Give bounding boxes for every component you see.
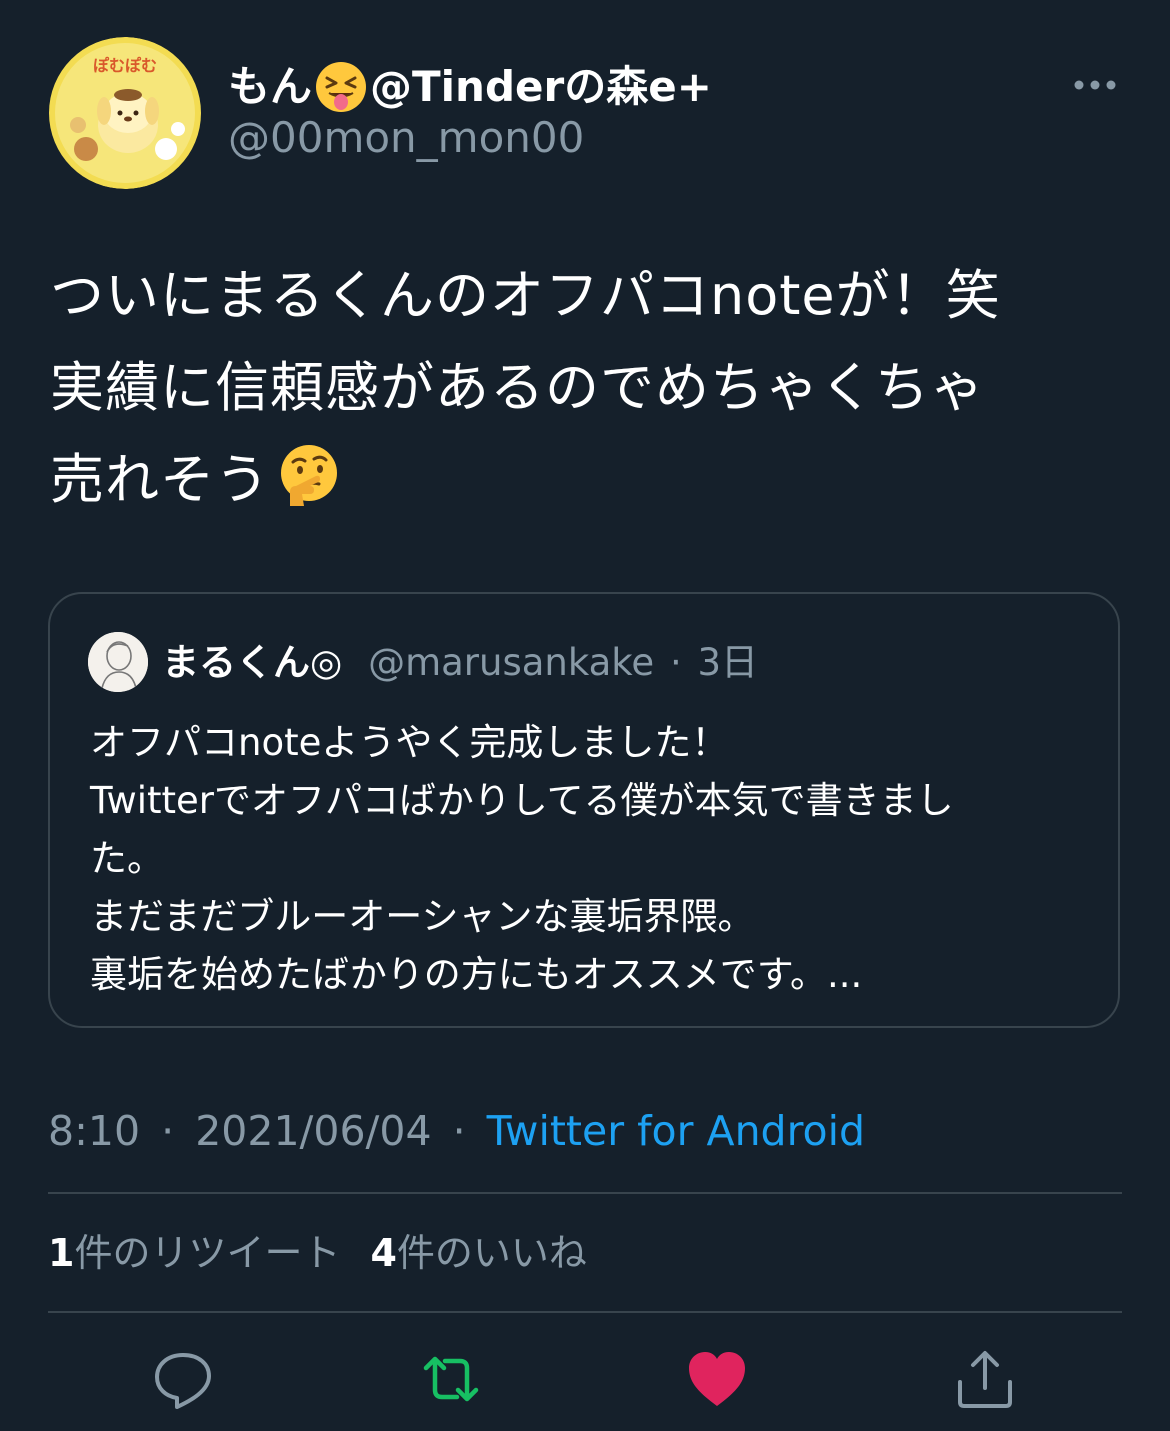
display-name-prefix: もん xyxy=(228,62,313,111)
quoted-line-2: Twitterでオフパコばかりしてる僕が本気で書きまし xyxy=(90,779,954,822)
quoted-separator: · xyxy=(669,641,682,684)
tweet-line-1: ついにまるくんのオフパコnoteが！笑 xyxy=(50,264,1001,327)
tweet-text: ついにまるくんのオフパコnoteが！笑 実績に信頼感があるのでめちゃくちゃ 売れ… xyxy=(50,250,1130,526)
quoted-handle[interactable]: @marusankake xyxy=(368,641,654,684)
quoted-line-4: まだまだブルーオーシャンな裏垢界隈。 xyxy=(90,895,755,938)
tweet-line-3: 売れそう xyxy=(50,434,1130,526)
tweet-meta: 8:10 · 2021/06/04 · Twitter for Android xyxy=(48,1106,865,1156)
like-icon[interactable] xyxy=(684,1346,750,1412)
author-display-name[interactable]: もん @Tinderの森e+ xyxy=(228,60,712,114)
reply-icon[interactable] xyxy=(150,1346,216,1412)
share-icon[interactable] xyxy=(952,1346,1018,1412)
retweet-stat[interactable]: 1件のリツイート xyxy=(48,1231,340,1275)
squinting-face-with-tongue-icon xyxy=(316,62,367,112)
quoted-tweet-card[interactable]: まるくん◎ @marusankake · 3日 オフパコnoteようやく完成しま… xyxy=(48,592,1120,1028)
svg-text:ぽむぽむ: ぽむぽむ xyxy=(93,56,157,75)
quoted-timestamp[interactable]: 3日 xyxy=(697,641,758,684)
meta-separator-1: · xyxy=(161,1107,175,1155)
tweet-line-2: 実績に信頼感があるのでめちゃくちゃ xyxy=(50,356,985,419)
quoted-line-5: 裏垢を始めたばかりの方にもオススメです。... xyxy=(90,953,863,996)
pompompurin-avatar-image: ぽむぽむ xyxy=(49,37,201,189)
quoted-display-name[interactable]: まるくん◎ xyxy=(162,641,342,684)
retweet-label: 件のリツイート xyxy=(74,1231,341,1275)
like-count: 4 xyxy=(370,1231,397,1275)
display-name-suffix: @Tinderの森e+ xyxy=(370,62,712,111)
quoted-header: まるくん◎ @marusankake · 3日 xyxy=(162,640,758,686)
quoted-author-avatar[interactable] xyxy=(88,632,148,692)
author-handle[interactable]: @00mon_mon00 xyxy=(228,112,584,164)
quoted-avatar-sketch xyxy=(88,632,148,692)
meta-separator-2: · xyxy=(452,1107,466,1155)
like-stat[interactable]: 4件のいいね xyxy=(370,1231,586,1275)
quoted-tweet-text: オフパコnoteようやく完成しました！ Twitterでオフパコばかりしてる僕が… xyxy=(90,714,1090,1004)
more-options-icon[interactable] xyxy=(1070,70,1120,100)
tweet-time: 8:10 xyxy=(48,1107,141,1155)
quoted-line-3: た。 xyxy=(90,837,164,880)
quoted-line-1: オフパコnoteようやく完成しました！ xyxy=(90,721,729,764)
thinking-face-icon xyxy=(281,445,337,506)
author-avatar[interactable]: ぽむぽむ xyxy=(48,37,202,189)
tweet-source-link[interactable]: Twitter for Android xyxy=(487,1107,865,1155)
retweet-count: 1 xyxy=(48,1231,75,1275)
tweet-stats: 1件のリツイート 4件のいいね xyxy=(48,1228,587,1278)
like-label: 件のいいね xyxy=(396,1231,587,1275)
tweet-line-3-text: 売れそう xyxy=(50,448,270,511)
retweet-icon[interactable] xyxy=(418,1346,484,1412)
divider-top xyxy=(48,1192,1122,1194)
tweet-date: 2021/06/04 xyxy=(195,1107,432,1155)
divider-bottom xyxy=(48,1311,1122,1313)
